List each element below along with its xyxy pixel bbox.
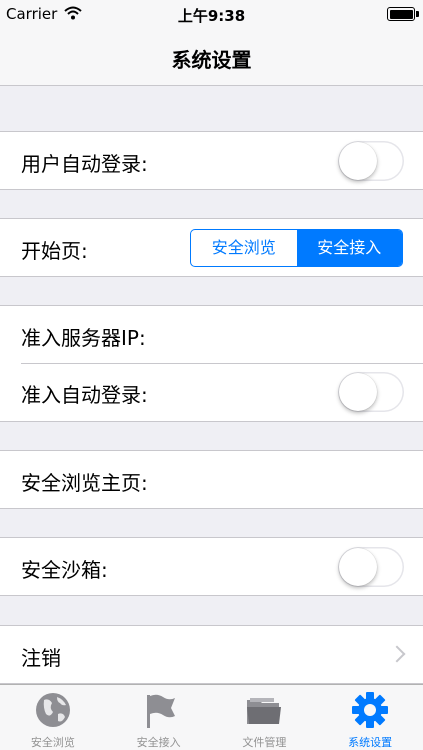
row-divider [21,363,423,364]
tab-secure-access[interactable]: 安全接入 [106,685,212,750]
secure-browse-home-label: 安全浏览主页: [21,471,148,495]
auto-login-switch[interactable] [338,141,404,181]
tab-label: 安全接入 [136,736,181,749]
start-page-row: 开始页: 安全浏览 安全接入 [0,218,423,277]
chevron-right-icon [388,645,406,663]
access-auto-login-label: 准入自动登录: [21,383,148,407]
page-title: 系统设置 [171,48,252,72]
sandbox-label: 安全沙箱: [21,558,108,582]
segment-secure-browse[interactable]: 安全浏览 [191,230,297,266]
tab-bar: 安全浏览 安全接入 文件管理 系统设置 [0,684,423,750]
tab-file-manager[interactable]: 文件管理 [212,685,318,750]
tab-label: 系统设置 [348,736,393,749]
tab-secure-browse[interactable]: 安全浏览 [0,685,106,750]
auto-login-row: 用户自动登录: [0,131,423,190]
access-auto-login-switch[interactable] [338,372,404,412]
navigation-bar: 系统设置 [0,28,423,86]
sandbox-row: 安全沙箱: [0,537,423,596]
start-page-segmented-control: 安全浏览 安全接入 [190,229,403,267]
clock: 上午9:38 [177,7,246,25]
globe-icon [33,690,73,730]
logout-row[interactable]: 注销 [0,625,423,684]
gear-icon [350,690,390,730]
battery-icon [387,7,419,21]
start-page-label: 开始页: [21,239,88,263]
folder-icon [244,690,284,730]
access-auto-login-row: 准入自动登录: [0,363,423,422]
flag-icon [139,690,179,730]
access-server-ip-row[interactable]: 准入服务器IP: [0,305,423,364]
status-bar: Carrier 上午9:38 [0,0,423,28]
segment-secure-access[interactable]: 安全接入 [296,230,402,266]
access-server-ip-label: 准入服务器IP: [21,326,146,350]
tab-system-settings[interactable]: 系统设置 [317,685,423,750]
logout-label: 注销 [21,646,61,670]
auto-login-label: 用户自动登录: [21,152,148,176]
secure-browse-home-row[interactable]: 安全浏览主页: [0,450,423,509]
tab-label: 安全浏览 [30,736,75,749]
sandbox-switch[interactable] [338,547,404,587]
tab-label: 文件管理 [242,736,287,749]
